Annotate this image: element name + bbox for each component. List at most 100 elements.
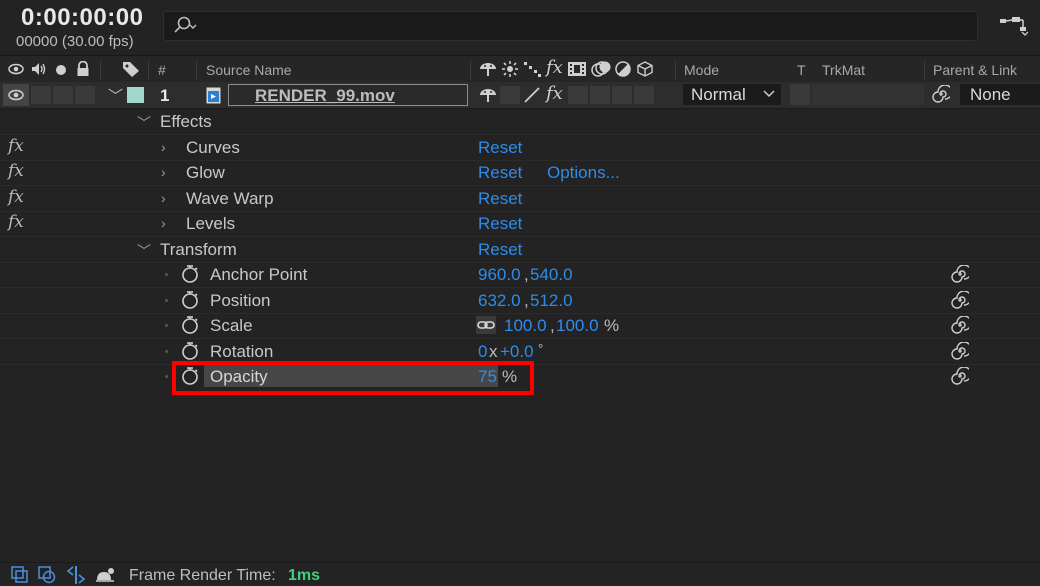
adjustment-switch[interactable] — [612, 86, 632, 104]
reset-link[interactable]: Reset — [478, 214, 522, 234]
lock-toggle[interactable] — [75, 86, 95, 104]
effect-switch-icon[interactable]: fx — [546, 57, 563, 78]
stopwatch-icon[interactable] — [180, 264, 200, 284]
transform-group-row[interactable]: ﹀ Transform Reset — [0, 237, 1040, 263]
frame-blend-switch[interactable] — [568, 86, 588, 104]
reset-link[interactable]: Reset — [478, 189, 522, 209]
rotation-revolutions-value[interactable]: 0 — [478, 342, 487, 362]
pick-whip-icon[interactable] — [932, 85, 950, 103]
shy-icon[interactable] — [478, 61, 498, 77]
rotation-x-separator: x — [489, 342, 498, 361]
flowchart-icon[interactable] — [998, 14, 1028, 38]
anchor-x-value[interactable]: 960.0 — [478, 265, 521, 285]
chevron-right-icon[interactable]: › — [161, 190, 166, 206]
chevron-right-icon[interactable]: › — [161, 164, 166, 180]
parent-value[interactable]: None — [970, 85, 1011, 105]
frame-blend-icon[interactable] — [567, 61, 587, 77]
stopwatch-icon[interactable] — [180, 290, 200, 310]
comma: , — [524, 265, 529, 284]
effect-name: Levels — [186, 214, 236, 233]
solo-icon[interactable] — [55, 64, 67, 76]
status-bar: Frame Render Time: 1ms — [0, 562, 1040, 586]
effect-row-levels[interactable]: fx › Levels Reset — [0, 211, 1040, 237]
rotation-degrees-value[interactable]: +0.0 — [500, 342, 534, 362]
fx-icon[interactable]: fx — [8, 187, 24, 207]
expression-pick-whip-icon[interactable] — [951, 367, 969, 385]
collapse-switch[interactable] — [500, 86, 520, 104]
options-link[interactable]: Options... — [547, 163, 620, 183]
motion-blur-switch[interactable] — [590, 86, 610, 104]
reset-link[interactable]: Reset — [478, 138, 522, 158]
comma: , — [550, 316, 555, 335]
quality-switch-icon[interactable] — [522, 86, 542, 104]
timecode[interactable]: 0:00:00:00 — [21, 4, 143, 32]
search-input[interactable] — [163, 11, 978, 41]
expression-pick-whip-icon[interactable] — [951, 316, 969, 334]
eye-icon[interactable] — [8, 89, 24, 101]
scale-y-value[interactable]: 100.0 — [556, 316, 599, 336]
layer-row[interactable]: ﹀ 1 RENDER_99.mov fx Normal None — [0, 82, 1040, 109]
chevron-down-icon[interactable]: ﹀ — [108, 85, 123, 106]
audio-toggle[interactable] — [31, 86, 51, 104]
frame-info: 00000 (30.00 fps) — [16, 33, 134, 50]
chevron-right-icon[interactable]: › — [161, 139, 166, 155]
property-row-anchor-point[interactable]: Anchor Point 960.0 , 540.0 — [0, 262, 1040, 288]
effects-group-row[interactable]: ﹀ Effects — [0, 109, 1040, 135]
effect-row-glow[interactable]: fx › Glow Reset Options... — [0, 160, 1040, 186]
chevron-down-icon[interactable]: ﹀ — [137, 113, 151, 133]
chevron-right-icon[interactable]: › — [161, 215, 166, 231]
expression-pick-whip-icon[interactable] — [951, 265, 969, 283]
3d-switch[interactable] — [634, 86, 654, 104]
trkmat-dropdown[interactable] — [812, 84, 924, 105]
stopwatch-icon[interactable] — [180, 341, 200, 361]
quality-icon[interactable] — [522, 60, 542, 78]
mode-value[interactable]: Normal — [691, 85, 746, 105]
constrain-proportions-icon[interactable] — [476, 316, 496, 334]
fx-icon[interactable]: fx — [8, 212, 24, 232]
rotation-unit: ° — [538, 341, 544, 356]
track-matte-toggle[interactable] — [790, 84, 810, 105]
col-parent-link[interactable]: Parent & Link — [933, 62, 1017, 78]
effect-row-curves[interactable]: fx › Curves Reset — [0, 135, 1040, 161]
3d-layer-icon[interactable] — [636, 60, 654, 78]
property-row-position[interactable]: Position 632.0 , 512.0 — [0, 288, 1040, 314]
lock-icon[interactable] — [76, 61, 90, 77]
expression-pick-whip-icon[interactable] — [951, 342, 969, 360]
adjustment-layer-icon[interactable] — [614, 60, 632, 78]
col-mode[interactable]: Mode — [684, 62, 719, 78]
collapse-icon[interactable] — [501, 60, 519, 78]
transfer-controls-icon[interactable] — [66, 565, 86, 585]
chevron-down-icon[interactable]: ﹀ — [137, 241, 151, 261]
expression-pick-whip-icon[interactable] — [951, 291, 969, 309]
motion-blur-icon[interactable] — [590, 59, 612, 79]
label-color-swatch[interactable] — [127, 87, 144, 103]
audio-icon[interactable] — [30, 61, 48, 77]
col-source-name[interactable]: Source Name — [206, 62, 292, 78]
stopwatch-icon[interactable] — [180, 315, 200, 335]
scale-x-value[interactable]: 100.0 — [504, 316, 547, 336]
col-trkmat[interactable]: TrkMat — [822, 62, 865, 78]
composition-icon[interactable] — [11, 566, 29, 584]
layer-switches-icon[interactable] — [38, 566, 56, 584]
column-header: # Source Name fx Mode T TrkMat Parent & … — [0, 55, 1040, 84]
render-time-value: 1ms — [288, 567, 321, 584]
position-y-value[interactable]: 512.0 — [530, 291, 573, 311]
layer-name[interactable]: RENDER_99.mov — [255, 86, 395, 106]
reset-link[interactable]: Reset — [478, 163, 522, 183]
chevron-down-icon[interactable] — [763, 90, 775, 98]
fx-icon[interactable]: fx — [8, 136, 24, 156]
render-time-icon[interactable] — [94, 566, 116, 584]
shy-switch-icon[interactable] — [478, 87, 498, 103]
effect-switch-icon[interactable]: fx — [546, 83, 563, 104]
effect-row-wave-warp[interactable]: fx › Wave Warp Reset — [0, 186, 1040, 212]
property-row-scale[interactable]: Scale 100.0 , 100.0 % — [0, 313, 1040, 339]
label-tag-icon[interactable] — [121, 60, 141, 78]
reset-link[interactable]: Reset — [478, 240, 522, 260]
fx-icon[interactable]: fx — [8, 161, 24, 181]
position-x-value[interactable]: 632.0 — [478, 291, 521, 311]
layer-number: 1 — [160, 86, 170, 105]
solo-toggle[interactable] — [53, 86, 73, 104]
eye-icon[interactable] — [8, 63, 24, 75]
anchor-y-value[interactable]: 540.0 — [530, 265, 573, 285]
col-hash: # — [158, 62, 166, 78]
